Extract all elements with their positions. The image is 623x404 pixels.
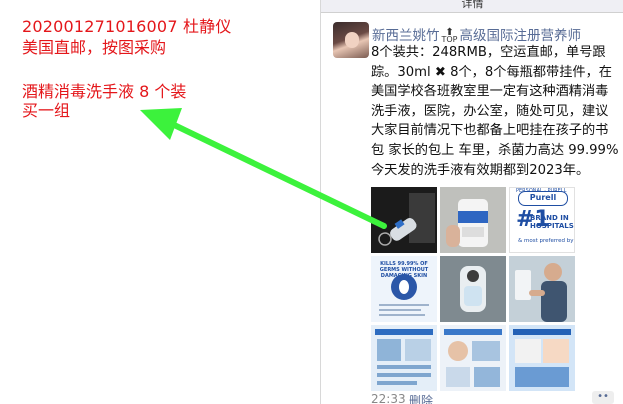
top-badge: ⬆ TOP (441, 27, 458, 44)
moments-post-screenshot: 详情 新西兰姚竹 ⬆ TOP 高级国际注册营养师 8个装共：248RMB，空运直邮，单… (320, 0, 623, 404)
hand-bottle-image (440, 187, 506, 253)
photo-infographic-2[interactable] (440, 325, 506, 391)
product-name-note: 酒精消毒洗手液 8 个装 (22, 82, 187, 101)
photo-bottle-in-hand[interactable] (440, 187, 506, 253)
author-avatar[interactable] (333, 22, 369, 58)
author-title: 高级国际注册营养师 (459, 28, 582, 44)
bag-clip-image (440, 256, 506, 322)
quantity-note: 买一组 (22, 101, 71, 120)
delete-link[interactable]: 删除 (409, 392, 433, 404)
infographic-image (371, 325, 437, 391)
photo-doctor-dispenser[interactable] (509, 256, 575, 322)
arrowhead-icon (140, 108, 182, 140)
author-line[interactable]: 新西兰姚竹 ⬆ TOP 高级国际注册营养师 (372, 24, 582, 45)
purell-logo: Purell (518, 191, 568, 206)
detail-header: 详情 (321, 0, 623, 13)
author-name[interactable]: 新西兰姚竹 (372, 28, 440, 44)
shipping-note: 美国直邮，按图采购 (22, 38, 167, 57)
post-text: 8个装共：248RMB，空运直邮，单号跟踪。30ml ✖ 8个，8个每瓶都带挂件… (371, 45, 619, 178)
photo-purell-brand[interactable]: PERSONAL · PURELL Purell #1 BRAND IN HOS… (509, 187, 575, 253)
order-number-and-name: 202001271016007 杜静仪 (22, 17, 232, 36)
infographic-image (509, 325, 575, 391)
photo-infographic-3[interactable] (509, 325, 575, 391)
photo-kills-germs[interactable]: KILLS 99.99% OF GERMS WITHOUT DAMAGING S… (371, 256, 437, 322)
post-time: 22:33 (371, 392, 406, 404)
photo-infographic-1[interactable] (371, 325, 437, 391)
doctor-image (509, 256, 575, 322)
keychain-bottle-image (371, 187, 437, 253)
photo-bag-clip[interactable] (440, 256, 506, 322)
photo-car-keychain[interactable] (371, 187, 437, 253)
detail-title: 详情 (461, 0, 484, 10)
infographic-image (440, 325, 506, 391)
more-options-button[interactable]: •• (592, 391, 614, 404)
